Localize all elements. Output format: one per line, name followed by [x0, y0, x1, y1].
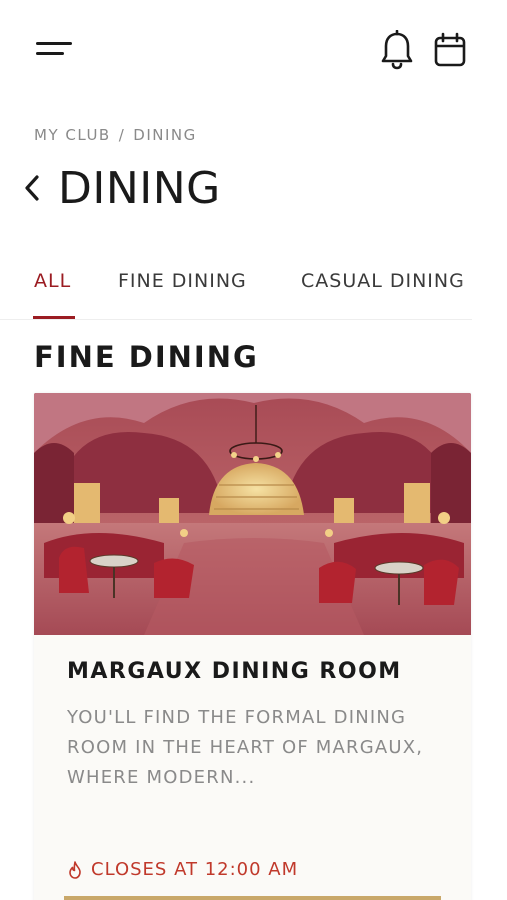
breadcrumb-separator: / [118, 126, 126, 144]
breadcrumb-parent-link[interactable]: My Club [34, 126, 111, 144]
restaurant-name[interactable]: Margaux Dining Room [67, 659, 402, 684]
calendar-icon [434, 32, 466, 67]
tab-all[interactable]: All [34, 270, 71, 292]
category-tabs: All Fine Dining Casual Dining [0, 248, 472, 320]
breadcrumb-current: Dining [133, 126, 197, 144]
back-button[interactable] [24, 168, 48, 208]
restaurant-card[interactable]: Margaux Dining Room You'll find the form… [34, 393, 471, 900]
menu-button[interactable] [36, 40, 74, 60]
card-action-bar[interactable] [64, 896, 441, 900]
top-bar [0, 0, 507, 100]
menu-icon-line-top [36, 42, 72, 45]
restaurant-description: You'll find the formal dining room in th… [67, 707, 424, 788]
page-title: DINING [58, 162, 221, 214]
hours-text: Closes at 12:00 AM [91, 859, 299, 880]
fire-icon [69, 860, 81, 879]
menu-icon-line-bottom [36, 52, 64, 55]
tabs-scroll-fade [460, 248, 472, 319]
bell-icon [381, 29, 413, 70]
restaurant-image[interactable] [34, 393, 471, 635]
hours-row: Closes at 12:00 AM [67, 859, 298, 880]
active-tab-indicator [33, 316, 75, 319]
calendar-button[interactable] [432, 32, 468, 68]
tab-fine-dining[interactable]: Fine Dining [118, 270, 247, 292]
notifications-button[interactable] [380, 29, 414, 70]
page-header: DINING [24, 160, 221, 216]
breadcrumb: My Club / Dining [34, 126, 197, 144]
tab-casual-dining[interactable]: Casual Dining [301, 270, 465, 292]
section-title: Fine Dining [34, 340, 259, 374]
chevron-left-icon [25, 175, 39, 201]
